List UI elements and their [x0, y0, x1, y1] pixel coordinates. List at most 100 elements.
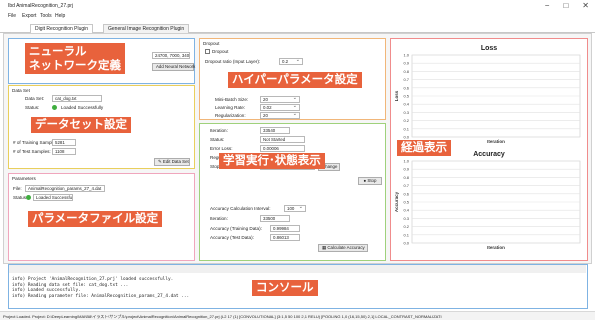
tab-bar: Digit Recognition Plugin General Image R… [0, 21, 595, 33]
params-file-field[interactable]: AnimalRecognition_params_27_4.dat [25, 185, 105, 192]
y-tick-label: 0.0 [403, 241, 409, 246]
dataset-status-label: Status: [25, 105, 40, 110]
acc-interval-label: Accuracy Calculation Interval: [210, 206, 271, 211]
iteration-label: Iteration: [210, 128, 228, 133]
tab-digit-recognition[interactable]: Digit Recognition Plugin [30, 24, 94, 33]
regularization-label: Regularization: [215, 113, 246, 118]
error-loss-label: Error Loss: [210, 146, 233, 151]
acc-test-label: Accuracy (Test Data): [210, 235, 254, 240]
y-tick-label: 1.0 [403, 53, 409, 58]
iteration-field: 33540 [260, 127, 290, 134]
acc-iteration-label: Iteration: [210, 216, 228, 221]
y-tick-label: 0.4 [403, 208, 409, 213]
y-tick-label: 0.3 [403, 110, 409, 115]
acc-iteration-field: 33500 [260, 215, 290, 222]
stop-button[interactable]: ● Stop [358, 177, 382, 185]
menu-bar: File Export Tools Help [0, 11, 595, 21]
title-bar: Ibd AnimalRecognition_27.prj − □ ✕ [0, 0, 595, 11]
tab-general-image-recognition[interactable]: General Image Recognition Plugin [103, 24, 190, 33]
training-status-label: Status: [210, 137, 225, 142]
dropout-checkbox[interactable] [205, 49, 210, 54]
y-tick-label: 0.7 [403, 77, 409, 82]
test-samples-field: 1108 [52, 148, 76, 155]
y-tick-label: 0.3 [403, 216, 409, 221]
params-status-ok-icon [26, 195, 31, 200]
regularization-select[interactable]: 20 [260, 112, 300, 119]
chart-title: Loss [481, 45, 497, 52]
acc-test-field: 0.86013 [270, 234, 300, 241]
y-tick-label: 0.5 [403, 94, 409, 99]
dataset-title: Data Set [12, 88, 30, 93]
hyper-overlay-label: ハイパーパラメータ設定 [228, 72, 362, 88]
y-axis-label: Loss [394, 90, 399, 101]
y-tick-label: 0.7 [403, 183, 409, 188]
dataset-file-label: Data Set: [25, 96, 45, 101]
learning-rate-select[interactable]: 0.02 [260, 104, 300, 111]
edit-dataset-button[interactable]: ✎ Edit Data Set [154, 158, 190, 166]
menu-help[interactable]: Help [55, 13, 65, 19]
test-samples-label: # of Test Samples: [13, 149, 51, 154]
menu-tools[interactable]: Tools [40, 13, 52, 19]
console-header [9, 265, 586, 273]
training-status-field: Not Started [260, 136, 305, 143]
dropout-ratio-select[interactable]: 0.2 [279, 58, 303, 65]
console-log[interactable]: info) Project 'AnimalRecognition_27.prj'… [12, 277, 189, 299]
maximize-button[interactable]: □ [563, 1, 568, 10]
progress-overlay-label: 経過表示 [397, 140, 451, 156]
window-title: Ibd AnimalRecognition_27.prj [8, 3, 74, 9]
y-tick-label: 0.5 [403, 200, 409, 205]
y-tick-label: 0.8 [403, 69, 409, 74]
status-ok-icon [52, 105, 57, 110]
menu-file[interactable]: File [8, 13, 16, 19]
console-overlay-label: コンソール [252, 280, 318, 296]
y-tick-label: 0.6 [403, 85, 409, 90]
training-overlay-label: 学習実行･状態表示 [219, 153, 325, 169]
acc-train-label: Accuracy (Training Data): [210, 226, 262, 231]
dropout-ratio-label: Dropout ratio (Input Layer): [205, 59, 261, 64]
menu-export[interactable]: Export [22, 13, 36, 19]
params-file-label: File: [13, 186, 22, 191]
console-line: info) Project 'AnimalRecognition_27.prj'… [12, 277, 174, 282]
y-tick-label: 0.0 [403, 135, 409, 140]
calc-label: Calculate Accuracy [327, 245, 365, 250]
learning-rate-label: Learning Rate: [215, 105, 246, 110]
error-loss-field: 0.00006 [260, 145, 305, 152]
edit-dataset-label: Edit Data Set [162, 159, 189, 164]
network-overlay-label: ニューラル ネットワーク定義 [25, 43, 125, 74]
y-tick-label: 0.4 [403, 102, 409, 107]
y-tick-label: 1.0 [403, 159, 409, 164]
params-status-value: Loaded Successfully [33, 194, 73, 201]
calculate-accuracy-button[interactable]: ▦ Calculate Accuracy [318, 244, 368, 252]
chart-title: Accuracy [473, 151, 505, 158]
close-button[interactable]: ✕ [582, 1, 589, 10]
status-text: Project Loaded. Project: D:\DeepLearning… [3, 314, 442, 319]
console-line: info) Reading parameter file: AnimalReco… [12, 293, 190, 299]
parameters-overlay-label: パラメータファイル設定 [28, 211, 163, 227]
parameters-title: Parameters [12, 176, 36, 181]
y-tick-label: 0.9 [403, 61, 409, 66]
batch-size-select[interactable]: 20 [260, 96, 300, 103]
y-tick-label: 0.8 [403, 175, 409, 180]
y-tick-label: 0.6 [403, 191, 409, 196]
acc-train-field: 0.99984 [270, 225, 300, 232]
window-controls: − □ ✕ [545, 1, 589, 10]
y-tick-label: 0.1 [403, 232, 409, 237]
training-panel: Iteration: 33540 Status: Not Started Err… [199, 123, 386, 261]
add-network-button[interactable]: Add Neural Network [152, 63, 195, 71]
layers-field[interactable]: 24700, 7000, 3400) [152, 52, 190, 59]
dataset-overlay-label: データセット設定 [31, 117, 131, 133]
y-tick-label: 0.9 [403, 167, 409, 172]
batch-size-label: Mini-Batch Size: [215, 97, 249, 102]
dropout-check-label: Dropout [212, 49, 229, 54]
minimize-button[interactable]: − [545, 1, 550, 10]
training-samples-field: 5281 [52, 139, 76, 146]
y-tick-label: 0.2 [403, 118, 409, 123]
x-axis-label: Iteration [487, 245, 505, 250]
status-bar: Project Loaded. Project: D:\DeepLearning… [0, 311, 595, 320]
stop-label: Stop [367, 178, 377, 183]
dataset-file-field[interactable]: cat_dog.txt [52, 95, 102, 102]
y-tick-label: 0.2 [403, 224, 409, 229]
acc-interval-select[interactable]: 100 [284, 205, 306, 212]
hyper-title: Dropout [203, 41, 220, 46]
y-tick-label: 0.1 [403, 126, 409, 131]
